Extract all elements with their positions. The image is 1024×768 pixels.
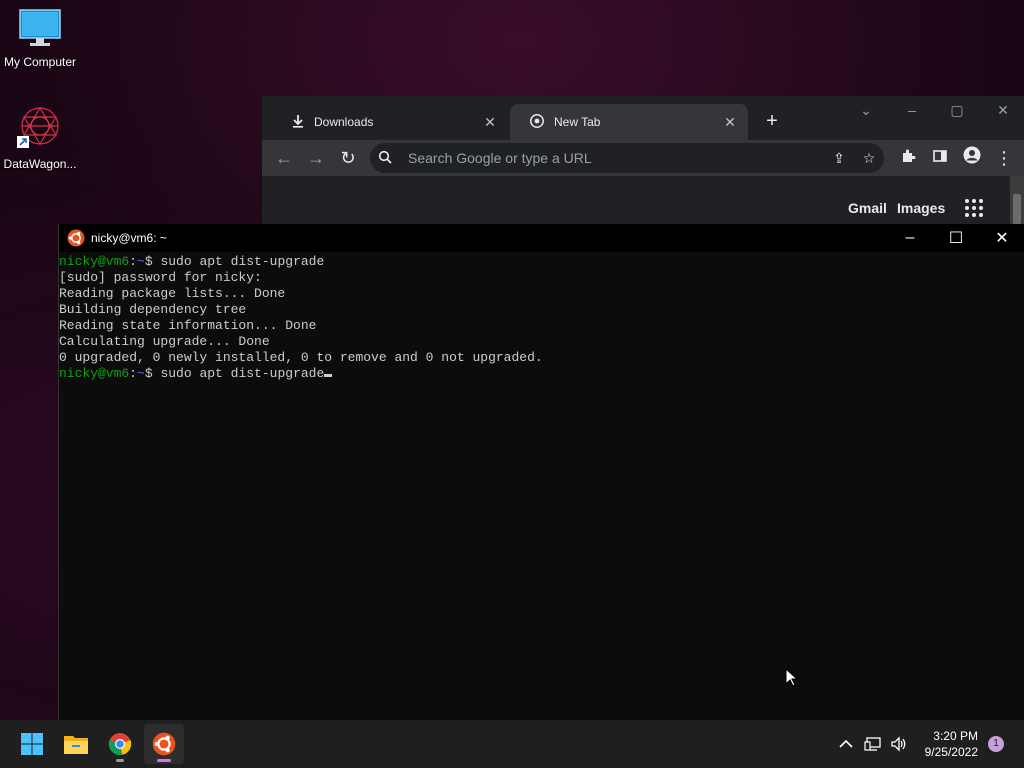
prompt-user: nicky@vm6	[59, 254, 130, 269]
network-icon[interactable]	[862, 720, 884, 768]
side-panel-icon[interactable]	[928, 146, 952, 170]
taskbar: 3:20 PM 9/25/2022 1	[0, 720, 1024, 768]
taskbar-ubuntu-terminal[interactable]	[144, 724, 184, 764]
ubuntu-icon	[67, 229, 85, 247]
maximize-button[interactable]: ☐	[933, 228, 979, 248]
address-bar[interactable]: Search Google or type a URL ⇪ ☆	[370, 143, 884, 173]
monitor-icon	[19, 9, 61, 46]
share-icon[interactable]: ⇪	[824, 150, 854, 167]
chrome-window: Downloads ✕ New Tab ✕ + ⌄ – ▢ ✕ ← → ↻ Se…	[262, 96, 1024, 236]
running-indicator	[157, 759, 171, 762]
terminal-prompt-line: nicky@vm6:~$ sudo apt dist-upgrade	[59, 366, 1024, 382]
tab-strip: Downloads ✕ New Tab ✕ + ⌄ – ▢ ✕	[262, 96, 1024, 140]
gmail-link[interactable]: Gmail	[848, 200, 887, 216]
running-indicator	[116, 759, 124, 762]
address-placeholder: Search Google or type a URL	[408, 150, 592, 166]
mouse-cursor-icon	[785, 668, 799, 687]
close-tab-icon[interactable]: ✕	[478, 114, 502, 131]
forward-icon[interactable]: →	[304, 146, 328, 170]
minimize-button[interactable]: –	[887, 229, 933, 247]
terminal-output-line: Calculating upgrade... Done	[59, 334, 270, 349]
tab-search-icon[interactable]: ⌄	[852, 102, 880, 119]
scrollbar-thumb[interactable]	[1013, 194, 1021, 224]
terminal-title: nicky@vm6: ~	[91, 231, 167, 245]
back-icon[interactable]: ←	[272, 146, 296, 170]
volume-icon[interactable]	[888, 720, 910, 768]
terminal-titlebar[interactable]: nicky@vm6: ~ – ☐ ✕	[59, 224, 1024, 252]
system-clock[interactable]: 3:20 PM 9/25/2022	[925, 728, 978, 760]
windows-start-icon	[21, 733, 43, 755]
file-explorer-icon	[64, 736, 88, 754]
terminal-output-line: Building dependency tree	[59, 302, 247, 317]
tab-new-tab[interactable]: New Tab ✕	[510, 104, 748, 140]
taskbar-chrome[interactable]	[100, 724, 140, 764]
google-apps-icon[interactable]	[964, 198, 984, 223]
reload-icon[interactable]: ↻	[336, 146, 360, 170]
text-cursor	[324, 374, 333, 377]
new-tab-button[interactable]: +	[760, 110, 784, 133]
start-button[interactable]	[12, 724, 52, 764]
terminal-output[interactable]: nicky@vm6:~$ sudo apt dist-upgrade [sudo]…	[59, 254, 1024, 382]
prompt-command: $ sudo apt dist-upgrade	[144, 366, 325, 381]
search-icon	[370, 150, 400, 167]
chrome-icon	[530, 113, 544, 131]
terminal-window[interactable]: nicky@vm6: ~ – ☐ ✕ nicky@vm6:~$ sudo apt…	[58, 224, 1024, 720]
notification-badge[interactable]: 1	[988, 736, 1004, 752]
prompt-user: nicky@vm6	[59, 366, 130, 381]
close-tab-icon[interactable]: ✕	[718, 114, 742, 131]
desktop-icon-label: My Computer	[3, 55, 77, 69]
extensions-icon[interactable]	[896, 146, 920, 170]
show-hidden-icons-button[interactable]	[836, 720, 856, 768]
profile-avatar-icon[interactable]	[960, 146, 984, 170]
terminal-output-line: Reading state information... Done	[59, 318, 317, 333]
minimize-button[interactable]: –	[898, 102, 926, 118]
terminal-output-line: [sudo] password for nicky:	[59, 270, 262, 285]
chrome-menu-icon[interactable]: ⋮	[992, 146, 1016, 170]
desktop-icon-label: DataWagon...	[3, 157, 77, 171]
terminal-output-line: 0 upgraded, 0 newly installed, 0 to remo…	[59, 350, 543, 365]
taskbar-file-explorer[interactable]	[56, 724, 96, 764]
desktop-icon-my-computer[interactable]: My Computer	[0, 8, 80, 69]
maximize-button[interactable]: ▢	[943, 102, 971, 119]
terminal-output-line: Reading package lists... Done	[59, 286, 286, 301]
clock-date: 9/25/2022	[924, 745, 978, 759]
close-button[interactable]: ✕	[989, 102, 1017, 119]
datawagon-app-icon	[17, 106, 59, 148]
ubuntu-terminal-icon	[152, 732, 176, 756]
desktop-icon-datawagon[interactable]: DataWagon...	[0, 104, 80, 171]
prompt-command: $ sudo apt dist-upgrade	[144, 254, 325, 269]
clock-time: 3:20 PM	[933, 729, 978, 743]
bookmark-star-icon[interactable]: ☆	[854, 150, 884, 167]
chevron-up-icon	[839, 739, 853, 748]
prompt-path: ~	[137, 254, 145, 269]
prompt-path: ~	[137, 366, 145, 381]
download-icon	[292, 114, 304, 131]
chrome-icon	[108, 733, 132, 756]
tab-label: Downloads	[314, 115, 374, 129]
terminal-prompt-line: nicky@vm6:~$ sudo apt dist-upgrade	[59, 254, 325, 269]
images-link[interactable]: Images	[897, 200, 945, 216]
browser-toolbar: ← → ↻ Search Google or type a URL ⇪ ☆ ⋮	[262, 140, 1024, 176]
tab-downloads[interactable]: Downloads ✕	[272, 104, 508, 140]
close-button[interactable]: ✕	[979, 228, 1024, 248]
tab-label: New Tab	[554, 115, 601, 129]
